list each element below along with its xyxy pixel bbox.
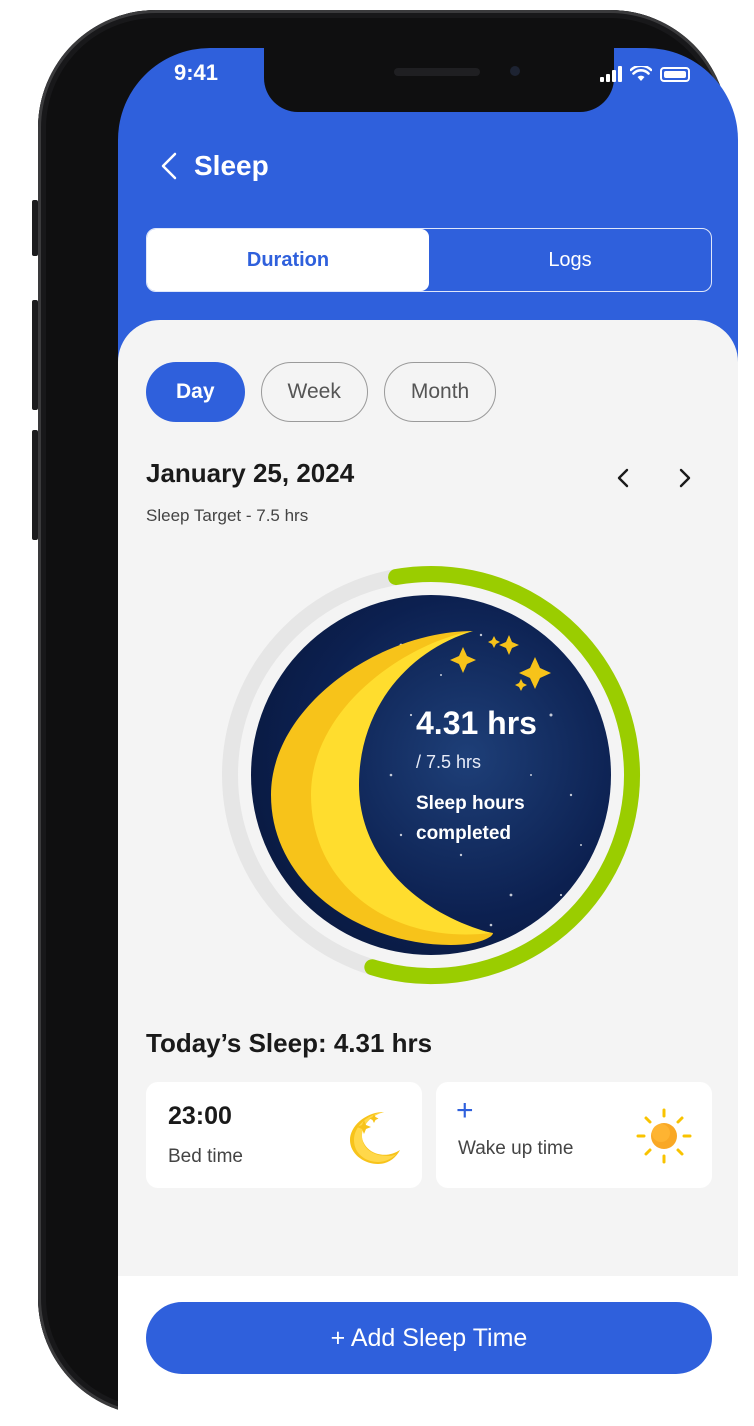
bottom-action-bar: + Add Sleep Time (118, 1276, 738, 1426)
content-sheet: Day Week Month January 25, 2024 Sleep Ta… (118, 320, 738, 1426)
prev-chevron-icon (617, 468, 629, 488)
app-screen: 9:41 Sleep Duration Logs Day Week Month … (118, 48, 738, 1426)
view-segmented-control: Duration Logs (146, 228, 712, 292)
speaker-grille (394, 68, 480, 76)
date-navigation (610, 460, 698, 496)
status-time: 9:41 (174, 60, 219, 85)
next-date-button[interactable] (672, 460, 698, 496)
wake-up-time-card[interactable]: + Wake up time (436, 1082, 712, 1188)
bed-time-label: Bed time (168, 1146, 243, 1167)
volume-up-button (32, 300, 38, 410)
caption-line-1: Sleep hours (416, 793, 525, 814)
add-wake-time-icon: + (456, 1094, 474, 1127)
back-button[interactable] (156, 146, 182, 186)
wake-up-time-label: Wake up time (458, 1138, 574, 1159)
wifi-icon (630, 66, 652, 81)
sleep-progress-ring: 4.31 hrs / 7.5 hrs Sleep hours completed (216, 560, 646, 990)
next-chevron-icon (679, 468, 691, 488)
progress-caption: Sleep hours completed (416, 789, 556, 849)
sun-icon (636, 1108, 692, 1164)
top-bar: Sleep (156, 146, 269, 186)
todays-sleep-heading: Today’s Sleep: 4.31 hrs (146, 1028, 433, 1058)
bed-time-value: 23:00 (168, 1102, 232, 1130)
phone-frame: 9:41 Sleep Duration Logs Day Week Month … (32, 10, 738, 1426)
back-chevron-icon (161, 152, 177, 180)
page-title: Sleep (194, 150, 269, 181)
volume-down-button (32, 430, 38, 540)
signal-icon (600, 66, 622, 82)
bed-time-card[interactable]: 23:00 Bed time (146, 1082, 422, 1188)
progress-center-text: 4.31 hrs / 7.5 hrs Sleep hours completed (416, 705, 556, 849)
target-value: 7.5 hrs (426, 752, 482, 772)
period-day-pill[interactable]: Day (146, 362, 245, 422)
period-week-pill[interactable]: Week (260, 362, 368, 422)
notch (264, 48, 614, 112)
period-filter: Day Week Month (146, 362, 497, 422)
status-icons (600, 66, 690, 82)
sleep-hours-value: 4.31 hrs (416, 705, 537, 741)
sleep-target: Sleep Target - 7.5 hrs (146, 506, 309, 525)
previous-date-button[interactable] (610, 460, 636, 496)
sleep-hours-target: / 7.5 hrs (416, 752, 482, 772)
moon-icon (350, 1112, 400, 1164)
caption-line-2: completed (416, 823, 512, 844)
period-month-pill[interactable]: Month (383, 362, 497, 422)
add-sleep-time-button[interactable]: + Add Sleep Time (146, 1302, 712, 1374)
front-camera (510, 66, 520, 76)
silent-switch (32, 200, 38, 256)
selected-date: January 25, 2024 (146, 458, 355, 488)
tab-duration[interactable]: Duration (147, 229, 429, 291)
tab-logs[interactable]: Logs (429, 229, 711, 291)
battery-icon (660, 66, 690, 82)
